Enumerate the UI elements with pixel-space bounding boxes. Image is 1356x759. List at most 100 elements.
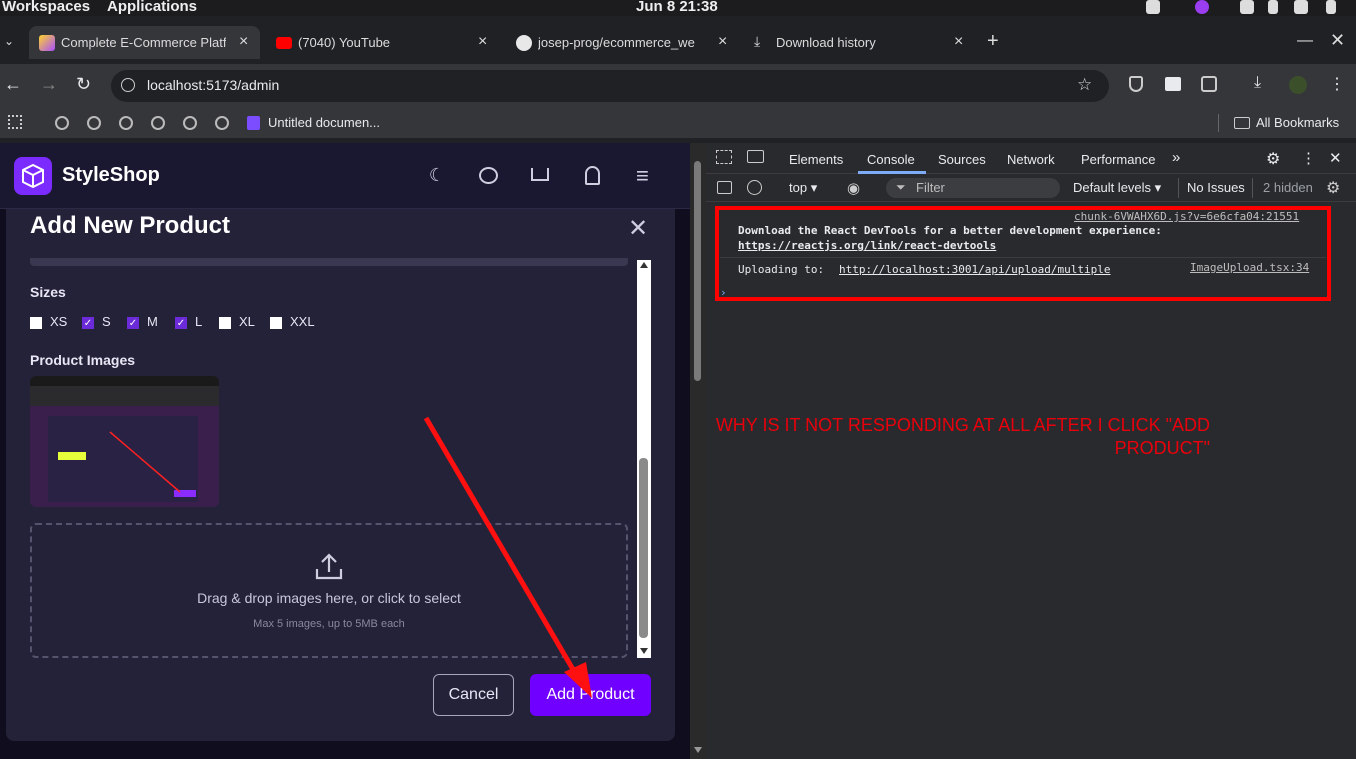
scrollbar-thumb[interactable] [639,458,648,638]
checkbox-icon[interactable] [270,316,282,329]
bookmark-globe-icon[interactable] [55,116,69,130]
settings-gear-icon[interactable]: ⚙ [1266,149,1280,169]
forward-button[interactable]: → [40,74,58,95]
new-tab-button[interactable]: + [987,30,999,53]
downloads-icon[interactable]: ⤓ [1254,74,1261,92]
folder-icon [1234,117,1250,129]
size-xxl-checkbox[interactable]: XXL [270,314,315,329]
size-m-checkbox[interactable]: ✓ M [127,314,158,329]
address-bar[interactable]: localhost:5173/admin ☆ [111,70,1109,102]
bookmark-globe-icon[interactable] [183,116,197,130]
store-logo[interactable] [14,157,52,195]
issues-counter[interactable]: No Issues [1187,180,1245,195]
checkmark-icon[interactable]: ✓ [175,316,187,329]
size-s-checkbox[interactable]: ✓ S [82,314,111,329]
wifi-icon[interactable] [1240,0,1254,14]
minimize-button[interactable]: — [1297,32,1313,50]
console-filter-input[interactable]: ⏷ Filter [886,178,1060,198]
size-label: XXL [290,314,315,329]
checkbox-icon[interactable] [30,316,42,329]
hamburger-menu-icon[interactable]: ≡ [636,163,649,189]
devtools-tab-elements[interactable]: Elements [789,152,843,167]
cancel-button[interactable]: Cancel [433,674,514,716]
size-xl-checkbox[interactable]: XL [219,314,255,329]
devtools-tab-performance[interactable]: Performance [1081,152,1155,167]
scrollbar-thumb[interactable] [694,161,701,381]
upload-icon [315,553,343,580]
bookmark-untitled-doc[interactable]: Untitled documen... [268,115,380,130]
checkbox-icon[interactable] [219,316,231,329]
tab-github[interactable]: josep-prog/ecommerce_we × [506,26,738,59]
context-selector[interactable]: top ▾ [789,180,817,196]
puzzle-extensions-icon[interactable] [1201,76,1217,92]
tab-title: josep-prog/ecommerce_we [538,35,695,50]
url-text[interactable]: localhost:5173/admin [147,77,279,93]
bookmark-globe-icon[interactable] [215,116,229,130]
bookmark-globe-icon[interactable] [87,116,101,130]
close-icon[interactable]: × [718,33,727,51]
checkmark-icon[interactable]: ✓ [82,316,94,329]
dark-mode-toggle[interactable]: ☾ [426,165,448,187]
workspaces-menu[interactable]: Workspaces [2,0,90,15]
close-window-button[interactable]: ✕ [1330,30,1345,51]
browser-menu-icon[interactable]: ⋮ [1329,74,1345,94]
bookmark-star-icon[interactable]: ☆ [1077,75,1092,95]
all-bookmarks[interactable]: All Bookmarks [1256,115,1339,130]
applications-menu[interactable]: Applications [107,0,197,15]
close-icon[interactable]: ✕ [628,214,648,243]
modal-scrollbar[interactable] [637,260,651,658]
brand-name[interactable]: StyleShop [62,164,160,187]
checkmark-icon[interactable]: ✓ [127,316,139,329]
close-devtools-icon[interactable]: ✕ [1329,149,1342,167]
devtools-tab-network[interactable]: Network [1007,152,1055,167]
devtools-menu-icon[interactable]: ⋮ [1301,149,1316,167]
devtools-tab-console[interactable]: Console [867,152,915,167]
more-tabs-icon[interactable]: » [1172,149,1180,166]
inspect-element-icon[interactable] [716,150,732,164]
bluetooth-icon[interactable] [1268,0,1278,14]
tab-search-icon[interactable]: ⌄ [4,34,14,48]
clock[interactable]: Jun 8 21:38 [636,0,718,15]
close-icon[interactable]: × [954,33,963,51]
bookmark-globe-icon[interactable] [151,116,165,130]
close-icon[interactable]: × [239,33,248,51]
hidden-count: 2 hidden [1263,180,1313,195]
page-scrollbar[interactable] [690,143,706,759]
user-icon[interactable] [585,166,600,185]
close-icon[interactable]: × [478,33,487,51]
scroll-down-arrow[interactable] [640,648,648,654]
tab-ecommerce[interactable]: Complete E-Commerce Platfo × [29,26,260,59]
profile-avatar[interactable] [1289,76,1307,94]
devtools-tab-sources[interactable]: Sources [938,152,986,167]
filter-icon: ⏷ [896,180,906,194]
shield-extension-icon[interactable] [1129,76,1143,92]
previous-field-edge [30,258,628,266]
volume-icon[interactable] [1294,0,1308,14]
reload-button[interactable]: ↻ [76,74,91,95]
size-xs-checkbox[interactable]: XS [30,314,67,329]
cart-icon[interactable] [531,168,549,181]
clear-console-icon[interactable] [747,180,762,195]
chat-icon[interactable] [479,167,498,184]
site-info-icon[interactable] [121,78,135,92]
add-product-button[interactable]: Add Product [530,674,651,716]
tab-downloads[interactable]: ⤓ Download history × [744,26,976,59]
size-l-checkbox[interactable]: ✓ L [175,314,202,329]
battery-icon[interactable] [1326,0,1336,14]
scroll-down-arrow[interactable] [694,747,702,753]
log-levels-dropdown[interactable]: Default levels ▾ [1073,180,1161,196]
back-button[interactable]: ← [4,74,22,95]
tab-youtube[interactable]: (7040) YouTube × [266,26,498,59]
uploaded-image-thumbnail[interactable] [30,376,219,507]
live-expression-eye-icon[interactable]: ◉ [847,179,860,197]
console-settings-icon[interactable]: ⚙ [1326,178,1340,198]
firefox-tray-icon[interactable] [1195,0,1209,14]
sidebar-toggle-icon[interactable] [717,181,732,194]
download-icon: ⤓ [754,33,761,49]
scroll-up-arrow[interactable] [640,262,648,268]
network-wired-icon[interactable] [1146,0,1160,14]
bookmark-globe-icon[interactable] [119,116,133,130]
device-toolbar-icon[interactable] [747,150,764,163]
apps-grid-icon[interactable] [8,115,22,129]
extension-icon[interactable] [1165,77,1181,91]
